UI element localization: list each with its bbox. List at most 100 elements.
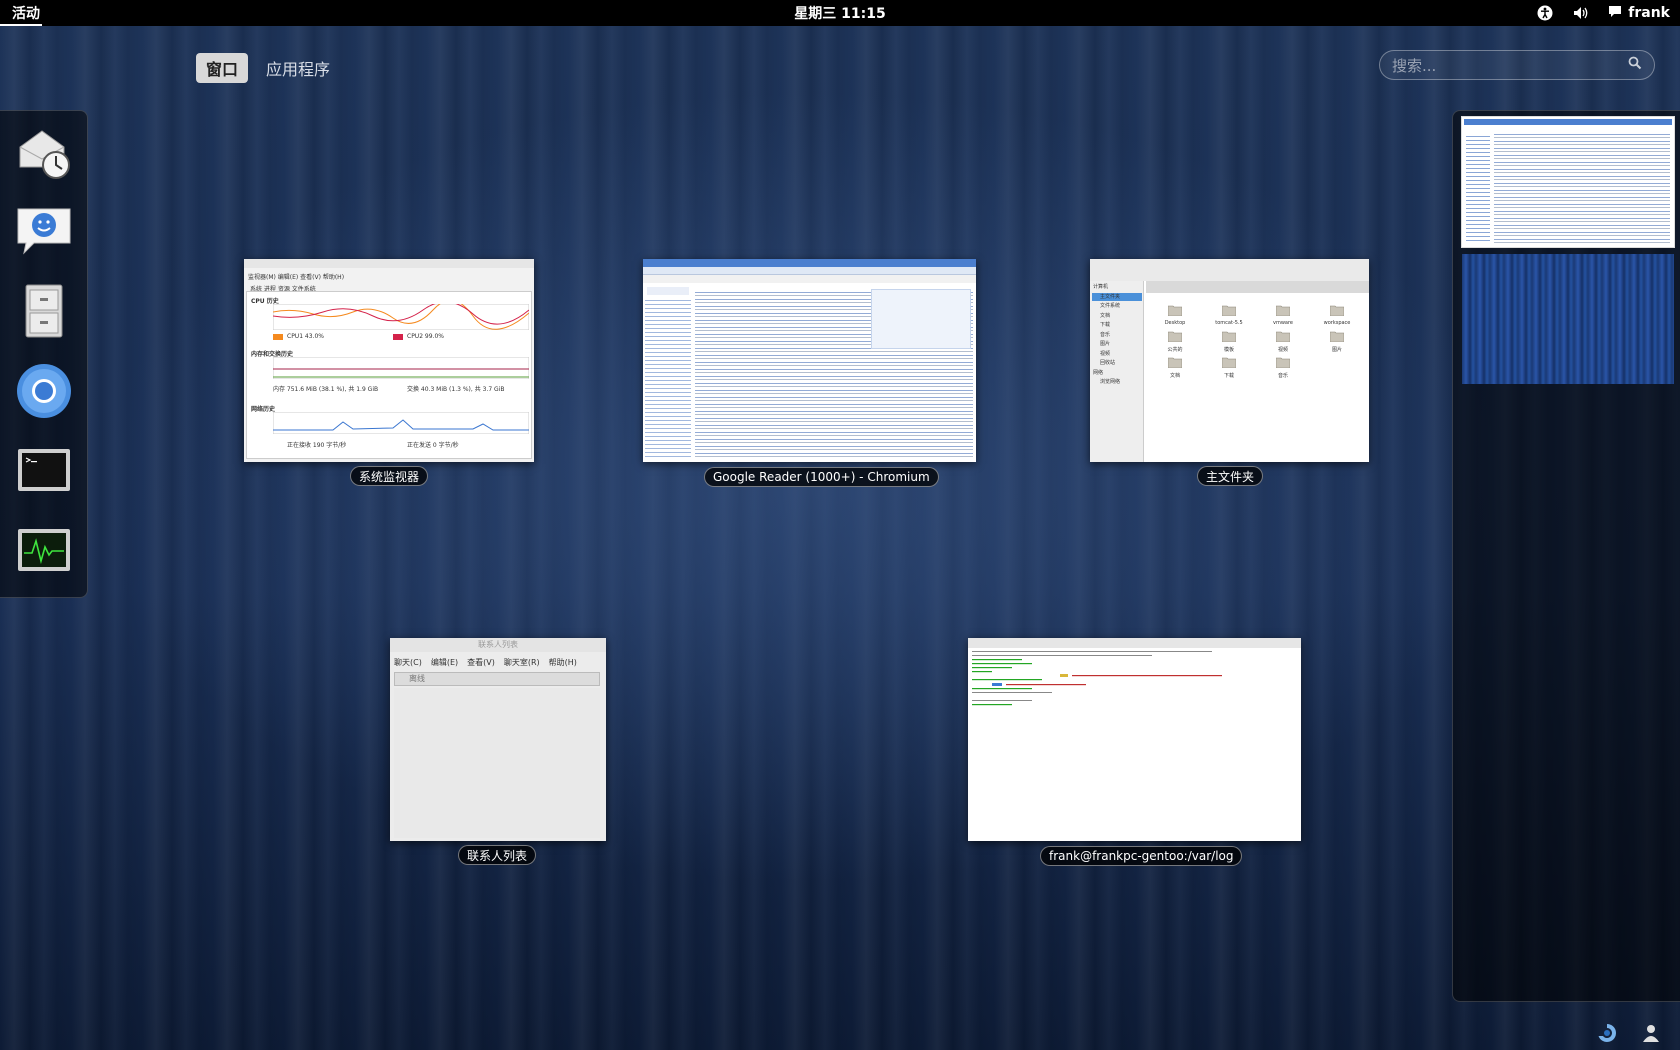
window-caption-system-monitor[interactable]: 系统监视器	[350, 466, 429, 486]
steam-tray-icon[interactable]	[1596, 1022, 1618, 1044]
folder-label: 公共的	[1167, 347, 1183, 353]
evolution-mail-calendar-icon[interactable]	[14, 121, 74, 181]
folder-item[interactable]: 下载	[1204, 353, 1254, 379]
user-name: frank	[1628, 5, 1670, 21]
files-sidebar-item[interactable]: 计算机	[1093, 283, 1108, 290]
cpu1-swatch	[273, 334, 283, 340]
menu-help[interactable]: 帮助(H)	[549, 657, 577, 668]
dash	[0, 110, 88, 598]
folder-item[interactable]: tomcat-5.5	[1204, 301, 1254, 326]
workspace-2[interactable]	[1462, 254, 1674, 384]
terminal-output	[972, 651, 1222, 706]
folder-icon	[1167, 357, 1183, 369]
view-selector: 窗口 应用程序	[196, 53, 340, 83]
folder-label: tomcat-5.5	[1215, 320, 1243, 326]
folder-icon	[1275, 331, 1291, 343]
files-sidebar-item[interactable]: 图片	[1100, 340, 1110, 347]
contacts-titlebar: 联系人列表	[390, 638, 606, 652]
contact-list	[394, 688, 600, 838]
window-caption-files[interactable]: 主文件夹	[1197, 466, 1264, 486]
menu-view[interactable]: 查看(V)	[467, 657, 495, 668]
folder-item[interactable]: 视频	[1258, 327, 1308, 353]
folder-icon	[1221, 331, 1237, 343]
window-chromium[interactable]	[643, 259, 976, 462]
tab-applications[interactable]: 应用程序	[256, 53, 340, 83]
network-sending: 正在发送 0 字节/秒	[407, 442, 459, 449]
window-caption-contacts[interactable]: 联系人列表	[458, 845, 537, 865]
presence-selector[interactable]: 离线	[394, 672, 600, 686]
network-graph	[273, 412, 529, 434]
folder-label: 模板	[1223, 347, 1234, 353]
window-system-monitor[interactable]: 监视器(M) 编辑(E) 查看(V) 帮助(H) 系统 进程 资源 文件系统 C…	[244, 259, 534, 462]
folder-item[interactable]: 文档	[1150, 353, 1200, 379]
tab-strip	[643, 259, 976, 267]
folder-item[interactable]: vmware	[1258, 301, 1308, 326]
folder-item[interactable]: Desktop	[1150, 301, 1200, 326]
desktop-background	[0, 26, 1680, 1050]
folder-item[interactable]: 公共的	[1150, 327, 1200, 353]
files-sidebar-item[interactable]: 文件系统	[1100, 302, 1120, 309]
memory-graph	[273, 357, 529, 379]
tab-windows[interactable]: 窗口	[196, 53, 249, 83]
memory-value: 内存 751.6 MiB (38.1 %), 共 1.9 GiB	[273, 386, 379, 393]
folder-item[interactable]: 图片	[1312, 327, 1362, 353]
window-caption-terminal[interactable]: frank@frankpc-gentoo:/var/log	[1040, 846, 1243, 866]
files-sidebar: 计算机主文件夹文件系统文档下载音乐图片视频回收站网络浏览网络	[1090, 281, 1144, 462]
user-menu[interactable]: frank	[1608, 5, 1670, 22]
files-menubar	[1090, 259, 1369, 281]
cpu1-value: CPU1 43.0%	[287, 333, 324, 340]
files-sidebar-item[interactable]: 回收站	[1100, 359, 1115, 366]
folder-label: 文档	[1169, 373, 1180, 379]
window-contacts[interactable]: 联系人列表 聊天(C) 编辑(E) 查看(V) 聊天室(R) 帮助(H) 离线	[390, 638, 606, 841]
folder-label: vmware	[1272, 320, 1293, 326]
user-tray-icon[interactable]	[1640, 1022, 1662, 1044]
files-sidebar-item[interactable]: 音乐	[1100, 331, 1110, 338]
subscriptions-list	[645, 297, 691, 459]
files-sidebar-item[interactable]: 网络	[1093, 369, 1103, 376]
folder-icon	[1221, 305, 1237, 317]
folder-icon	[1275, 305, 1291, 317]
google-bar	[643, 275, 976, 283]
toolbar	[643, 267, 976, 275]
terminal-icon[interactable]	[14, 441, 74, 501]
menu-chat[interactable]: 聊天(C)	[394, 657, 422, 668]
clock[interactable]: 星期三 11:15	[794, 0, 885, 26]
files-sidebar-item[interactable]: 浏览网络	[1100, 378, 1120, 385]
window-caption-chromium[interactable]: Google Reader (1000+) - Chromium	[704, 467, 939, 487]
folder-icon	[1275, 357, 1291, 369]
activities-button[interactable]: 活动	[0, 0, 52, 26]
folder-item[interactable]: 音乐	[1258, 353, 1308, 379]
folder-icon	[1329, 305, 1345, 317]
folder-item[interactable]: 模板	[1204, 327, 1254, 353]
accessibility-icon[interactable]	[1536, 4, 1554, 22]
workspace-list	[1452, 110, 1680, 1002]
search-icon	[1628, 56, 1642, 74]
folder-label: workspace	[1323, 320, 1351, 326]
chromium-icon[interactable]	[14, 361, 74, 421]
files-sidebar-item[interactable]: 视频	[1100, 350, 1110, 357]
ws1-sidebar	[1466, 133, 1490, 243]
files-sidebar-item[interactable]: 文档	[1100, 312, 1110, 319]
workspace-1[interactable]	[1462, 117, 1674, 247]
contacts-menubar: 聊天(C) 编辑(E) 查看(V) 聊天室(R) 帮助(H)	[394, 657, 577, 668]
folder-label: 下载	[1223, 373, 1234, 379]
files-sidebar-item[interactable]: 主文件夹	[1100, 293, 1120, 300]
folder-item[interactable]: workspace	[1312, 301, 1362, 326]
window-terminal[interactable]	[968, 638, 1301, 841]
volume-icon[interactable]	[1572, 4, 1590, 22]
empathy-chat-icon[interactable]	[14, 201, 74, 261]
menu-edit[interactable]: 编辑(E)	[431, 657, 458, 668]
files-sidebar-item[interactable]: 下载	[1100, 321, 1110, 328]
menu-rooms[interactable]: 聊天室(R)	[504, 657, 540, 668]
folder-label: 视频	[1277, 347, 1288, 353]
network-history-title: 网络历史	[251, 406, 276, 413]
file-cabinet-icon[interactable]	[14, 281, 74, 341]
terminal-menubar	[968, 638, 1301, 648]
resources-panel: CPU 历史 CPU1 43.0% CPU2 99.0% 内存和交换历史 内存 …	[246, 291, 532, 459]
cpu2-swatch	[393, 334, 403, 340]
window-files[interactable]: 计算机 主文件夹 文件系统 文档 下载 音乐 图片 视频 回收站 网络 浏览网络 Desktop to…	[1090, 259, 1369, 462]
folder-label: 图片	[1331, 347, 1342, 353]
search-input[interactable]: 搜索...	[1379, 50, 1655, 80]
swap-value: 交换 40.3 MiB (1.3 %), 共 3.7 GiB	[407, 386, 505, 393]
system-monitor-icon[interactable]	[14, 521, 74, 581]
